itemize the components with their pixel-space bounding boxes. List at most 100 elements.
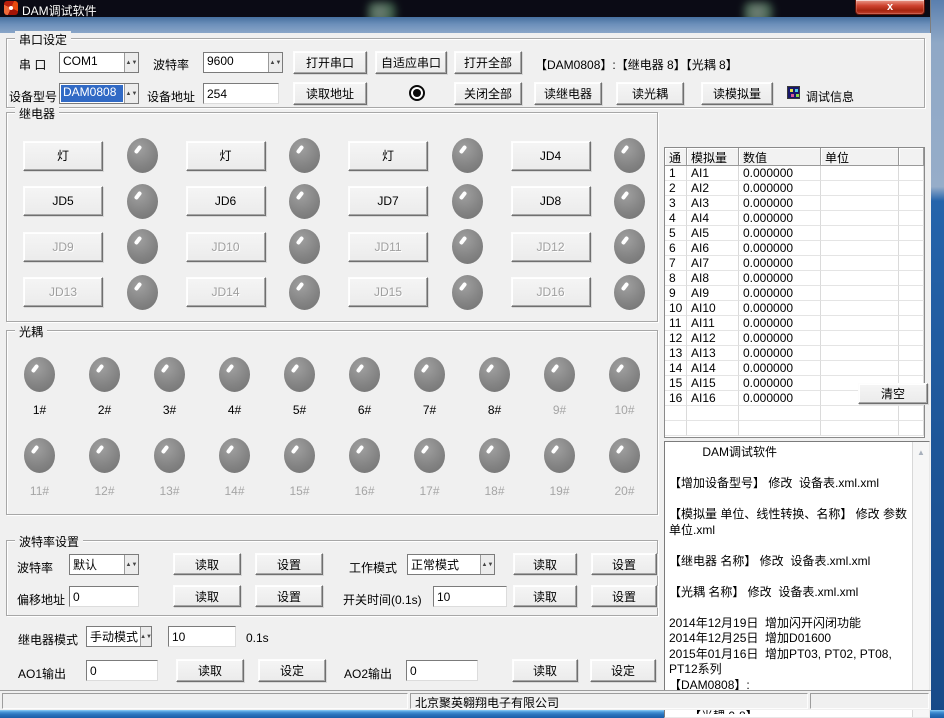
device-model-combo[interactable]: DAM0808 ▲▼ (59, 83, 139, 104)
relay-button[interactable]: JD10 (186, 232, 266, 262)
relay-lamp-indicator (614, 138, 645, 173)
unit-cell (821, 256, 899, 271)
opto-label: 3# (163, 403, 176, 417)
relay-button[interactable]: 灯 (186, 141, 266, 171)
read-address-button[interactable]: 读取地址 (293, 82, 367, 105)
read-relay-button[interactable]: 读继电器 (534, 82, 602, 105)
opto-cell: 6# (332, 347, 397, 428)
baud-combo[interactable]: 9600 ▲▼ (203, 52, 283, 73)
channel-cell: 16 (665, 391, 687, 406)
extra-cell (899, 406, 924, 421)
ao1-output-label: AO1输出 (18, 665, 66, 682)
channel-cell: 5 (665, 226, 687, 241)
window-frame (0, 17, 930, 33)
analog-name-cell: AI13 (687, 346, 739, 361)
baudrate-combo[interactable]: 默认 ▲▼ (69, 554, 139, 575)
relay-button[interactable]: JD12 (511, 232, 591, 262)
offset-address-field[interactable] (69, 586, 139, 607)
relay-lamp-indicator (127, 184, 158, 219)
device-address-field[interactable] (203, 83, 279, 104)
baudrate-set-button[interactable]: 设置 (255, 553, 323, 575)
offset-read-button[interactable]: 读取 (173, 585, 241, 607)
value-cell: 0.000000 (739, 241, 821, 256)
unit-cell (821, 301, 899, 316)
close-button[interactable]: x (855, 0, 925, 15)
opto-label: 11# (30, 484, 49, 498)
workmode-set-button[interactable]: 设置 (591, 553, 657, 575)
relay-button[interactable]: JD13 (23, 277, 103, 307)
ao2-read-button[interactable]: 读取 (512, 659, 578, 682)
relay-button[interactable]: JD11 (348, 232, 428, 262)
combo-arrow-icon[interactable]: ▲▼ (140, 627, 151, 646)
relay-button[interactable]: JD8 (511, 186, 591, 216)
relay-time-field[interactable] (168, 626, 236, 647)
analog-name-cell: AI15 (687, 376, 739, 391)
combo-arrow-icon[interactable]: ▲▼ (124, 53, 138, 72)
combo-arrow-icon[interactable]: ▲▼ (124, 84, 138, 103)
debug-info-icon[interactable] (787, 86, 800, 99)
open-port-button[interactable]: 打开串口 (293, 51, 367, 74)
com-port-combo[interactable]: COM1 ▲▼ (59, 52, 139, 73)
adaptive-port-button[interactable]: 自适应串口 (375, 51, 447, 74)
opto-cell: 12# (72, 428, 137, 509)
relay-mode-combo[interactable]: 手动模式 ▲▼ (86, 626, 152, 647)
unit-cell (821, 406, 899, 421)
relay-button[interactable]: JD15 (348, 277, 428, 307)
channel-cell (665, 421, 687, 436)
scroll-up-icon[interactable]: ▲ (913, 444, 929, 460)
clear-button[interactable]: 清空 (858, 383, 928, 404)
relay-button[interactable]: JD14 (186, 277, 266, 307)
opto-label: 6# (358, 403, 371, 417)
relay-lamp-indicator (614, 229, 645, 264)
opto-label: 10# (614, 403, 634, 417)
workmode-read-button[interactable]: 读取 (513, 553, 577, 575)
relay-button[interactable]: JD6 (186, 186, 266, 216)
switch-set-button[interactable]: 设置 (591, 585, 657, 607)
opto-lamp-indicator (349, 438, 380, 473)
statusbar: 北京聚英翱翔电子有限公司 (0, 690, 931, 710)
opto-label: 2# (98, 403, 111, 417)
channel-cell: 10 (665, 301, 687, 316)
opto-cell: 18# (462, 428, 527, 509)
channel-cell: 12 (665, 331, 687, 346)
combo-arrow-icon[interactable]: ▲▼ (268, 53, 282, 72)
opto-label: 1# (33, 403, 46, 417)
analog-name-cell: AI6 (687, 241, 739, 256)
read-analog-button[interactable]: 读模拟量 (701, 82, 773, 105)
ao2-set-button[interactable]: 设定 (590, 659, 656, 682)
close-all-button[interactable]: 关闭全部 (454, 82, 522, 105)
relay-cell: 灯 (170, 133, 333, 179)
relay-cell: JD7 (332, 179, 495, 225)
relay-cell: 灯 (7, 133, 170, 179)
analog-name-cell (687, 421, 739, 436)
offset-set-button[interactable]: 设置 (255, 585, 323, 607)
relay-button[interactable]: JD7 (348, 186, 428, 216)
relay-button[interactable]: 灯 (23, 141, 103, 171)
info-scrollbar[interactable]: ▲ ▼ (912, 442, 929, 717)
statusbar-panel-right (810, 693, 929, 709)
combo-arrow-icon[interactable]: ▲▼ (480, 555, 494, 574)
combo-arrow-icon[interactable]: ▲▼ (124, 555, 138, 574)
ao2-output-field[interactable] (406, 660, 478, 681)
switch-time-field[interactable] (433, 586, 507, 607)
relay-button[interactable]: JD16 (511, 277, 591, 307)
analog-table-header: 通模拟量数值单位 (665, 148, 924, 166)
titlebar[interactable]: DAM调试软件 (0, 0, 930, 17)
read-opto-button[interactable]: 读光耦 (616, 82, 684, 105)
open-all-button[interactable]: 打开全部 (454, 51, 522, 74)
relay-button[interactable]: 灯 (348, 141, 428, 171)
workmode-combo[interactable]: 正常模式 ▲▼ (407, 554, 495, 575)
debug-info-text: DAM调试软件 【增加设备型号】 修改 设备表.xml.xml 【模拟量 单位、… (669, 445, 909, 714)
opto-lamp-indicator (284, 357, 315, 392)
ao1-read-button[interactable]: 读取 (176, 659, 244, 682)
table-row: 8 AI8 0.000000 (665, 271, 924, 286)
ao1-output-field[interactable] (86, 660, 158, 681)
extra-cell (899, 241, 924, 256)
ao1-set-button[interactable]: 设定 (258, 659, 326, 682)
relay-button[interactable]: JD9 (23, 232, 103, 262)
switch-read-button[interactable]: 读取 (513, 585, 577, 607)
value-cell: 0.000000 (739, 166, 821, 181)
relay-button[interactable]: JD4 (511, 141, 591, 171)
relay-button[interactable]: JD5 (23, 186, 103, 216)
baudrate-read-button[interactable]: 读取 (173, 553, 241, 575)
